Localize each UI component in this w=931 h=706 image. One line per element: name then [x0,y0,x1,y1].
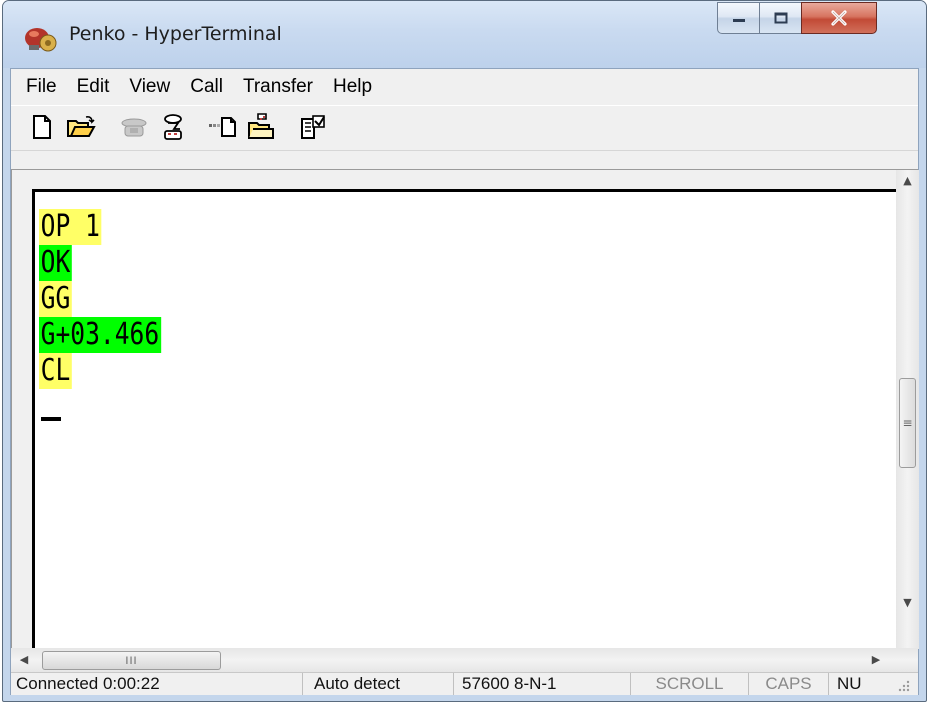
toolbar [11,105,918,151]
terminal-line: OP 1 [39,209,102,245]
disconnect-button[interactable] [157,112,189,142]
maximize-button[interactable] [759,2,802,34]
phone-call-icon [121,118,147,137]
status-scroll: SCROLL [631,673,749,695]
new-button[interactable] [26,112,58,142]
menu-edit[interactable]: Edit [67,69,120,105]
window-title: Penko - HyperTerminal [69,23,282,45]
text-cursor [41,417,61,421]
maximize-icon [774,12,787,24]
menu-bar: File Edit View Call Transfer Help [11,69,918,105]
horizontal-scrollbar[interactable]: ◀ III ▶ [11,648,918,672]
close-icon [831,10,847,26]
status-auto-detect: Auto detect [303,673,454,695]
open-button[interactable] [65,112,97,142]
send-icon [209,117,236,137]
properties-icon [301,115,325,139]
close-button[interactable] [801,2,877,34]
title-bar[interactable]: Penko - HyperTerminal [3,1,926,68]
status-num: NU [837,674,862,693]
terminal-screen[interactable]: OP 1 OK GG G+03.466 CL [32,189,896,649]
disconnect-icon [164,114,182,140]
scroll-right-arrow-icon[interactable]: ▶ [869,653,883,667]
terminal-line: CL [39,353,72,389]
menu-view[interactable]: View [119,69,180,105]
grip-icon: ≡ [902,416,913,430]
hyperterminal-app-icon[interactable] [24,23,58,53]
open-folder-icon [67,116,96,137]
terminal-line: OK [39,245,72,281]
scroll-up-arrow-icon[interactable]: ▲ [896,174,919,188]
menu-call[interactable]: Call [180,69,233,105]
minimize-button[interactable] [717,2,760,34]
receive-button[interactable] [245,112,277,142]
menu-help[interactable]: Help [323,69,382,105]
hyperterminal-window: Penko - HyperTerminal File Edit View Cal… [2,0,927,702]
new-document-icon [33,115,51,139]
resize-grip-icon[interactable] [897,679,911,693]
status-connection: Connected 0:00:22 [11,673,303,695]
status-caps: CAPS [749,673,829,695]
status-port-settings: 57600 8-N-1 [454,673,631,695]
menu-transfer[interactable]: Transfer [233,69,323,105]
status-bar: Connected 0:00:22 Auto detect 57600 8-N-… [11,672,918,695]
send-button[interactable] [207,112,239,142]
receive-icon [248,113,274,139]
vertical-scroll-thumb[interactable]: ≡ [899,378,916,468]
scroll-down-arrow-icon[interactable]: ▼ [896,596,919,610]
scroll-left-arrow-icon[interactable]: ◀ [17,653,31,667]
terminal-line: G+03.466 [39,317,161,353]
minimize-icon [732,19,745,22]
horizontal-scroll-thumb[interactable]: III [42,651,221,670]
vertical-scrollbar[interactable]: ▲ ≡ ▼ [896,170,919,649]
terminal-frame: OP 1 OK GG G+03.466 CL ▲ ≡ ▼ [11,169,919,649]
properties-button[interactable] [297,112,329,142]
grip-icon: III [125,654,138,667]
terminal-line: GG [39,281,72,317]
call-button[interactable] [118,112,150,142]
client-area: File Edit View Call Transfer Help OP 1 O… [10,68,919,695]
menu-file[interactable]: File [11,69,67,105]
